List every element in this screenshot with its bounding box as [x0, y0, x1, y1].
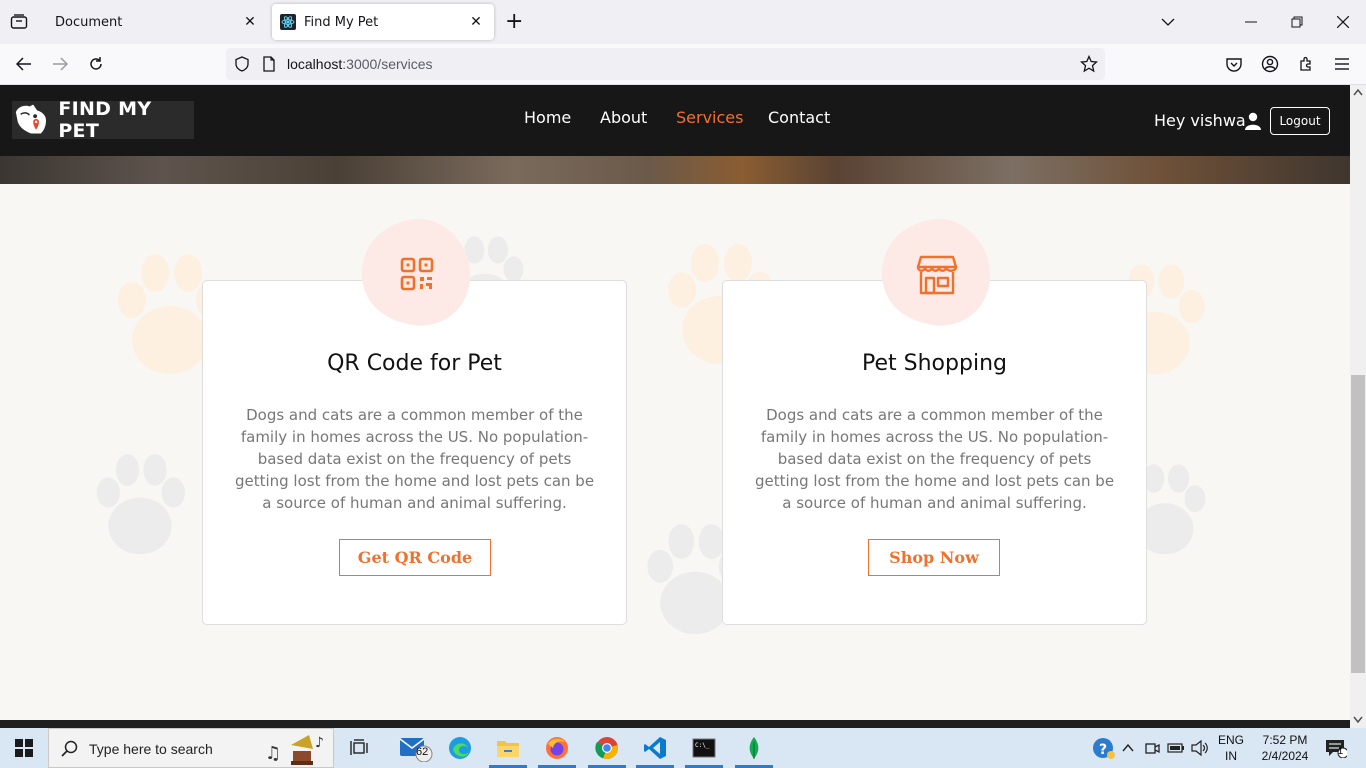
language-indicator[interactable]: ENG IN — [1214, 732, 1248, 764]
new-tab-icon[interactable]: + — [505, 11, 523, 33]
svg-text:♫: ♫ — [265, 743, 281, 764]
card-description: Dogs and cats are a common member of the… — [234, 406, 595, 512]
volume-icon[interactable] — [1190, 734, 1210, 762]
bookmark-star-icon[interactable] — [1080, 55, 1098, 73]
windows-taskbar: Type here to search ♫ ♪ 62 C:\_ ? ENG IN… — [0, 728, 1366, 768]
nav-home[interactable]: Home — [524, 108, 571, 127]
chrome-icon[interactable] — [593, 734, 621, 762]
logo-text: FIND MY PET — [58, 98, 152, 142]
search-icon — [61, 740, 78, 757]
tab-title: Document — [55, 14, 123, 30]
dog-logo-icon — [15, 104, 46, 134]
site-header: FIND MY PET Home About Services Contact … — [0, 85, 1350, 156]
battery-icon[interactable] — [1166, 734, 1186, 762]
shop-now-button[interactable]: Shop Now — [868, 539, 1000, 576]
page-viewport: QR Code for Pet Dogs and cats are a comm… — [0, 85, 1350, 720]
footer-edge — [0, 720, 1350, 728]
minimize-icon[interactable] — [1241, 12, 1261, 32]
card-title: QR Code for Pet — [327, 351, 502, 376]
chevron-up-icon[interactable] — [1118, 734, 1138, 762]
taskbar-search[interactable]: Type here to search ♫ ♪ — [48, 728, 334, 768]
tab-title: Find My Pet — [304, 14, 379, 30]
user-icon — [1245, 112, 1261, 130]
page-scrollbar[interactable] — [1350, 85, 1366, 728]
card-title: Pet Shopping — [862, 351, 1007, 376]
browser-toolbar: localhost:3000/services — [0, 44, 1366, 85]
logout-button[interactable]: Logout — [1270, 107, 1330, 135]
svg-text:C:\_: C:\_ — [695, 742, 710, 749]
qr-code-icon — [400, 257, 434, 291]
forward-icon[interactable] — [50, 54, 70, 74]
vscode-icon[interactable] — [641, 734, 669, 762]
reload-icon[interactable] — [86, 54, 106, 74]
clock[interactable]: 7:52 PM 2/4/2024 — [1252, 732, 1318, 764]
windows-start-icon[interactable] — [10, 734, 38, 762]
scroll-up-icon[interactable] — [1353, 89, 1363, 96]
close-icon[interactable]: ✕ — [242, 14, 258, 30]
mail-icon[interactable]: 62 — [398, 734, 436, 762]
pocket-icon[interactable] — [1224, 54, 1244, 74]
site-logo[interactable]: FIND MY PET — [12, 98, 194, 142]
store-icon — [916, 255, 958, 295]
tab-list-icon[interactable] — [8, 11, 30, 33]
notification-icon[interactable]: 1 — [1322, 734, 1350, 762]
card-description: Dogs and cats are a common member of the… — [754, 406, 1115, 512]
nav-about[interactable]: About — [600, 108, 647, 127]
get-qr-code-button[interactable]: Get QR Code — [339, 539, 491, 576]
browser-tab-bar: Document ✕ Find My Pet ✕ + — [0, 0, 1366, 44]
extensions-icon[interactable] — [1296, 54, 1316, 74]
user-greeting: Hey vishwa — [1154, 111, 1246, 130]
shield-icon[interactable] — [234, 56, 250, 72]
close-window-icon[interactable] — [1333, 12, 1353, 32]
help-icon[interactable]: ? — [1090, 734, 1118, 762]
edge-icon[interactable] — [446, 734, 474, 762]
service-card-qr: QR Code for Pet Dogs and cats are a comm… — [202, 280, 627, 625]
address-bar[interactable]: localhost:3000/services — [226, 48, 1105, 80]
react-icon — [280, 14, 296, 30]
svg-text:?: ? — [1099, 742, 1107, 758]
back-icon[interactable] — [14, 54, 34, 74]
paw-print-icon — [96, 454, 185, 555]
task-view-icon[interactable] — [346, 734, 374, 762]
restore-icon[interactable] — [1287, 12, 1307, 32]
close-icon[interactable]: ✕ — [468, 14, 484, 30]
file-explorer-icon[interactable] — [494, 734, 522, 762]
tab-document[interactable]: Document ✕ — [44, 4, 268, 40]
nav-services[interactable]: Services — [676, 108, 743, 127]
gramophone-icon: ♫ ♪ — [265, 735, 324, 765]
nav-contact[interactable]: Contact — [768, 108, 830, 127]
service-card-shopping: Pet Shopping Dogs and cats are a common … — [722, 280, 1147, 625]
url-text[interactable]: localhost:3000/services — [287, 56, 433, 72]
account-icon[interactable] — [1260, 54, 1280, 74]
hero-image — [0, 156, 1350, 184]
notification-count: 1 — [1338, 746, 1344, 756]
meet-now-icon[interactable] — [1142, 734, 1162, 762]
search-placeholder: Type here to search — [89, 741, 213, 757]
scroll-down-icon[interactable] — [1353, 716, 1363, 723]
mail-badge: 62 — [416, 746, 429, 758]
page-icon[interactable] — [262, 56, 276, 72]
svg-text:♪: ♪ — [315, 735, 324, 751]
terminal-icon[interactable]: C:\_ — [690, 734, 718, 762]
tab-find-my-pet[interactable]: Find My Pet ✕ — [272, 4, 494, 40]
scroll-thumb[interactable] — [1351, 375, 1365, 673]
mongodb-icon[interactable] — [740, 734, 768, 762]
menu-icon[interactable] — [1332, 54, 1352, 74]
chevron-down-icon[interactable] — [1158, 12, 1178, 32]
firefox-icon[interactable] — [543, 734, 571, 762]
